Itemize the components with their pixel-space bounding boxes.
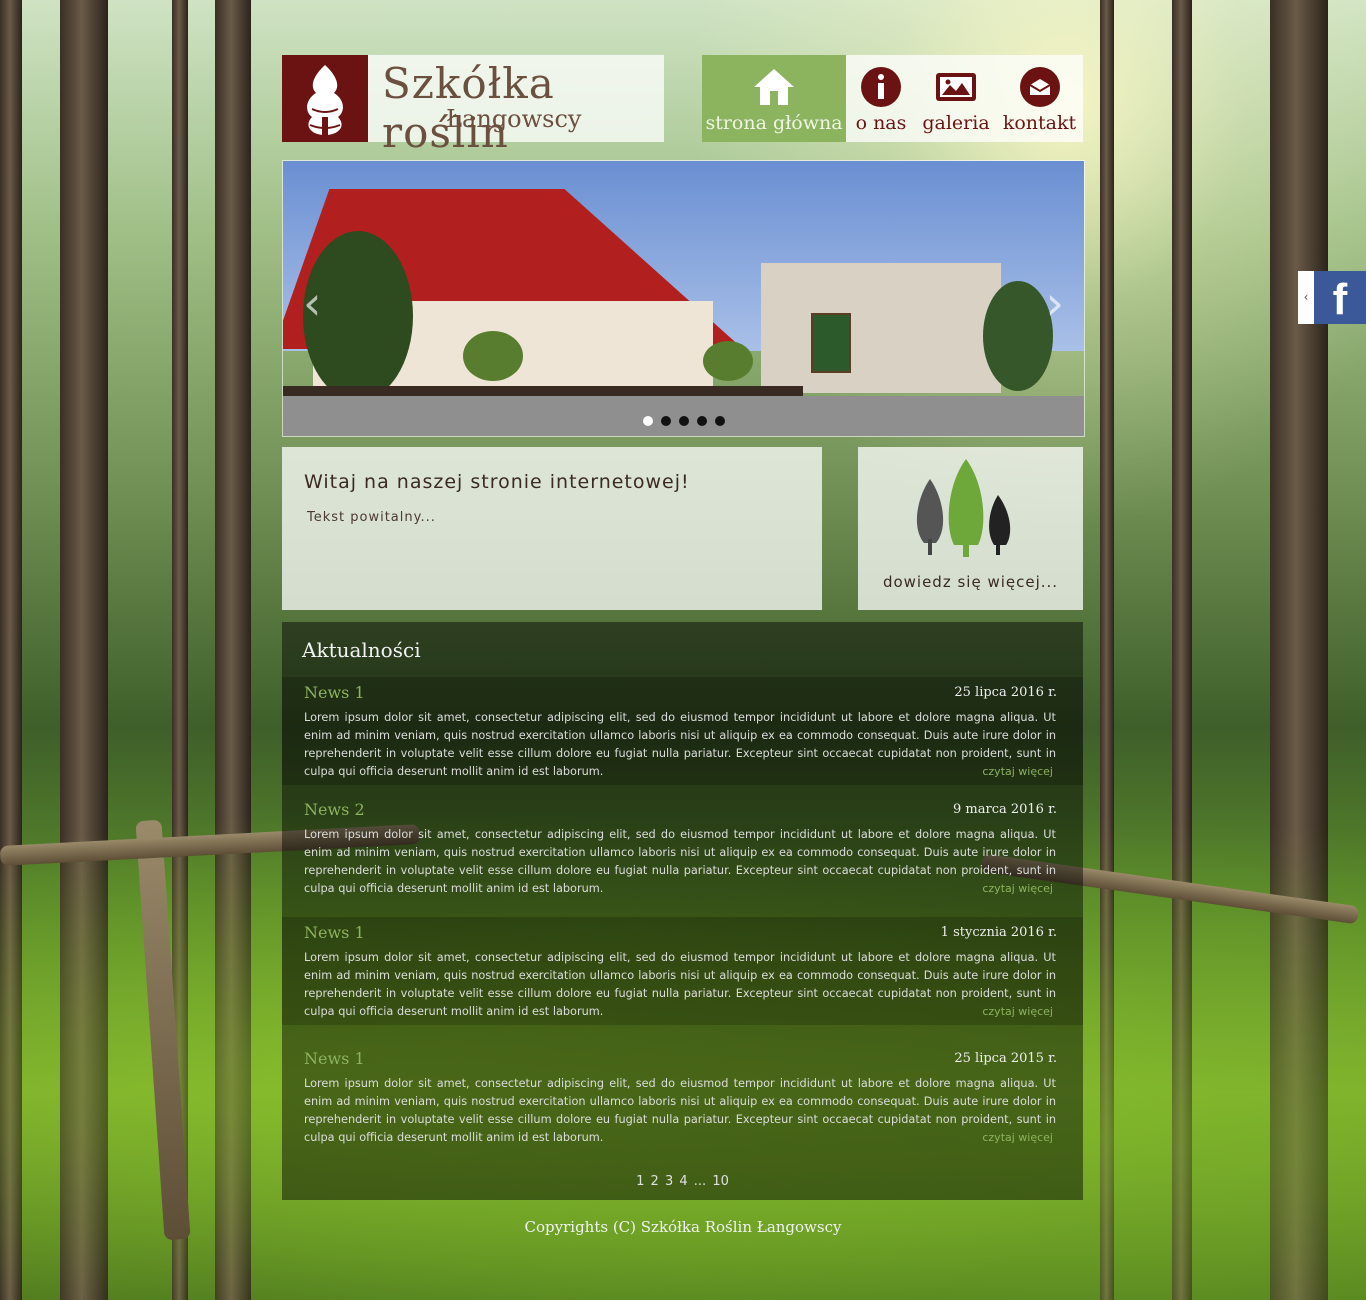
slider-prev-arrow[interactable]: ‹ xyxy=(303,276,321,330)
news-pagination: 1 2 3 4 ... 10 xyxy=(282,1174,1083,1189)
footer-copyright: Copyrights (C) Szkółka Roślin Łangowscy xyxy=(524,1218,842,1236)
gallery-icon xyxy=(934,65,978,109)
facebook-tab-toggle[interactable]: ‹ xyxy=(1298,271,1314,324)
news-item-date: 1 stycznia 2016 r. xyxy=(940,925,1057,940)
slider-dot[interactable] xyxy=(661,416,671,426)
nav-gallery[interactable]: galeria xyxy=(916,55,996,142)
welcome-box: Witaj na naszej stronie internetowej! Te… xyxy=(282,447,822,610)
learn-more-box[interactable]: dowiedz się więcej... xyxy=(858,447,1083,610)
page-link[interactable]: 1 xyxy=(635,1174,645,1189)
image-slider[interactable]: ‹ › xyxy=(282,160,1085,437)
page-link[interactable]: 3 xyxy=(664,1174,674,1189)
news-item-date: 25 lipca 2015 r. xyxy=(954,1051,1057,1066)
learn-more-label: dowiedz się więcej... xyxy=(882,573,1059,591)
read-more-link[interactable]: czytaj więcej xyxy=(982,882,1053,895)
slide-shrub xyxy=(463,331,523,381)
nav-gallery-label: galeria xyxy=(922,112,990,134)
read-more-link[interactable]: czytaj więcej xyxy=(982,765,1053,778)
contact-icon xyxy=(1018,65,1062,109)
info-icon xyxy=(859,65,903,109)
news-item: News 1 25 lipca 2016 r. Lorem ipsum dolo… xyxy=(282,677,1083,785)
news-item-title[interactable]: News 2 xyxy=(304,800,365,819)
news-item-text: Lorem ipsum dolor sit amet, consectetur … xyxy=(304,828,1056,895)
facebook-icon[interactable]: f xyxy=(1314,271,1366,324)
slider-dot[interactable] xyxy=(643,416,653,426)
slide-shrub xyxy=(703,341,753,381)
news-item-title[interactable]: News 1 xyxy=(304,1049,365,1068)
news-item: News 1 1 stycznia 2016 r. Lorem ipsum do… xyxy=(282,917,1083,1025)
nav-contact-label: kontakt xyxy=(1002,112,1077,134)
news-item-text: Lorem ipsum dolor sit amet, consectetur … xyxy=(304,711,1056,778)
slider-dot[interactable] xyxy=(697,416,707,426)
news-item-title[interactable]: News 1 xyxy=(304,683,365,702)
news-item-text: Lorem ipsum dolor sit amet, consectetur … xyxy=(304,951,1056,1018)
news-section: Aktualności News 1 25 lipca 2016 r. Lore… xyxy=(282,622,1083,1200)
slider-dots xyxy=(643,416,725,426)
page-link[interactable]: 2 xyxy=(650,1174,660,1189)
read-more-link[interactable]: czytaj więcej xyxy=(982,1131,1053,1144)
nav-about[interactable]: o nas xyxy=(846,55,916,142)
slider-dot[interactable] xyxy=(679,416,689,426)
news-item: News 2 9 marca 2016 r. Lorem ipsum dolor… xyxy=(282,794,1083,902)
news-item-date: 9 marca 2016 r. xyxy=(953,802,1057,817)
page-link[interactable]: 4 xyxy=(678,1174,688,1189)
news-item: News 1 25 lipca 2015 r. Lorem ipsum dolo… xyxy=(282,1043,1083,1151)
page-link[interactable]: 10 xyxy=(711,1174,730,1189)
slider-dot[interactable] xyxy=(715,416,725,426)
news-item-text: Lorem ipsum dolor sit amet, consectetur … xyxy=(304,1077,1056,1144)
nav-home-label: strona główna xyxy=(705,112,843,134)
trees-icon xyxy=(908,459,1023,559)
home-icon xyxy=(752,65,796,109)
main-nav: strona główna o nas galeria kontakt xyxy=(702,55,1083,142)
welcome-text: Tekst powitalny... xyxy=(307,510,436,525)
slide-tree xyxy=(983,281,1053,391)
slide-building xyxy=(761,263,1001,393)
news-item-date: 25 lipca 2016 r. xyxy=(954,685,1057,700)
read-more-link[interactable]: czytaj więcej xyxy=(982,1005,1053,1018)
page-ellipsis: ... xyxy=(693,1174,707,1189)
slide-sign xyxy=(811,313,851,373)
tree-icon xyxy=(282,55,368,142)
site-subtitle: Łangowscy xyxy=(446,105,582,133)
nav-contact[interactable]: kontakt xyxy=(996,55,1083,142)
nav-home[interactable]: strona główna xyxy=(702,55,846,142)
welcome-heading: Witaj na naszej stronie internetowej! xyxy=(304,471,690,493)
slider-next-arrow[interactable]: › xyxy=(1046,276,1064,330)
news-item-title[interactable]: News 1 xyxy=(304,923,365,942)
news-heading: Aktualności xyxy=(302,638,421,662)
site-header-brand[interactable]: Szkółka roślin Łangowscy xyxy=(282,55,664,157)
nav-about-label: o nas xyxy=(855,112,907,134)
